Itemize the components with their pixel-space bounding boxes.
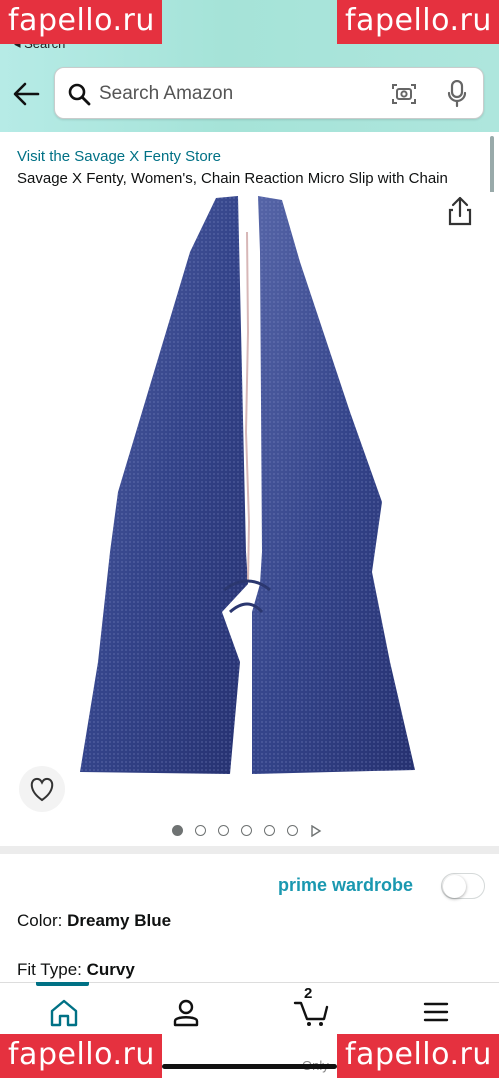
watermark-bottom-right: fapello.ru [337,1034,499,1078]
video-play-icon[interactable] [310,825,322,837]
carousel-dot[interactable] [264,825,275,836]
color-selection: Color: Dreamy Blue [17,911,171,931]
toggle-knob [443,875,466,898]
cart-count: 2 [304,985,313,1002]
halter-top-illustration [80,196,415,774]
color-label: Color: [17,911,63,930]
search-icon [68,83,91,106]
fit-type-value: Curvy [86,960,135,979]
wishlist-button[interactable] [19,766,65,812]
cart-button[interactable]: 2 [292,985,332,1027]
carousel-dot[interactable] [287,825,298,836]
carousel-dot[interactable] [195,825,206,836]
store-link[interactable]: Visit the Savage X Fenty Store [17,148,221,165]
watermark-bottom-left: fapello.ru [0,1034,162,1078]
back-arrow-icon[interactable] [12,81,40,107]
share-button[interactable] [438,190,482,234]
search-box[interactable] [54,67,484,119]
fit-type-label: Fit Type: [17,960,82,979]
carousel-dot[interactable] [241,825,252,836]
heart-icon [30,777,54,802]
watermark-top-left: fapello.ru [0,0,162,44]
menu-icon[interactable] [416,997,456,1027]
watermark-top-right: fapello.ru [337,0,499,44]
search-row [0,64,499,122]
prime-wardrobe-label: prime wardrobe [278,875,414,895]
microphone-icon[interactable] [447,80,467,108]
product-title: Savage X Fenty, Women's, Chain Reaction … [17,170,448,187]
section-divider [0,846,499,854]
carousel-dot[interactable] [218,825,229,836]
home-indicator[interactable] [162,1064,337,1069]
search-input[interactable] [99,80,379,108]
active-tab-indicator [36,982,89,986]
home-icon[interactable] [44,997,84,1027]
bottom-navigation: 2 [0,982,499,1040]
camera-scan-icon[interactable] [391,82,417,106]
product-image[interactable] [0,192,499,816]
image-carousel-dots [0,822,499,840]
prime-wardrobe-toggle[interactable] [441,873,485,899]
account-icon[interactable] [166,997,206,1027]
carousel-dot[interactable] [172,825,183,836]
color-value: Dreamy Blue [67,911,172,930]
share-icon [448,196,472,226]
fit-type-selection: Fit Type: Curvy [17,960,135,980]
